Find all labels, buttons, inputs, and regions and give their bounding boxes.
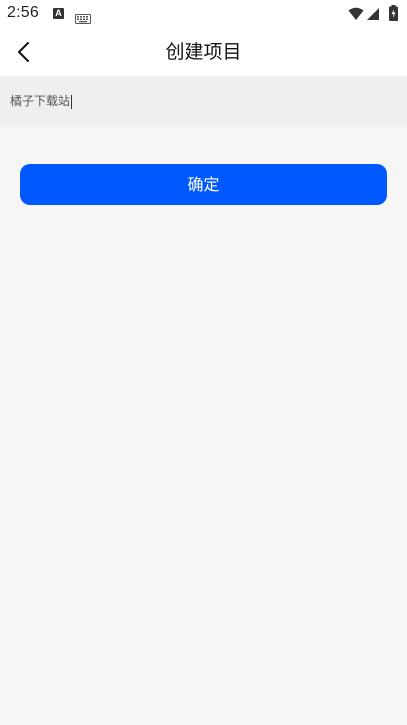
page-title: 创建项目 (165, 41, 242, 63)
text-cursor (71, 94, 73, 109)
confirm-button[interactable]: 确定 (20, 164, 387, 205)
project-name-field-container: 橘子下载站 (0, 76, 407, 127)
status-bar: 2:56 A (0, 0, 407, 28)
wifi-icon (348, 6, 364, 25)
back-button[interactable] (10, 36, 40, 68)
a-notification-icon: A (53, 8, 64, 19)
back-chevron-icon (18, 42, 29, 62)
header: 创建项目 (0, 28, 407, 76)
project-name-input[interactable]: 橘子下载站 (10, 76, 73, 127)
signal-icon (366, 6, 380, 25)
status-time: 2:56 (7, 4, 39, 21)
battery-icon (389, 5, 398, 25)
keyboard-icon (75, 9, 91, 28)
project-name-value: 橘子下载站 (10, 94, 71, 108)
